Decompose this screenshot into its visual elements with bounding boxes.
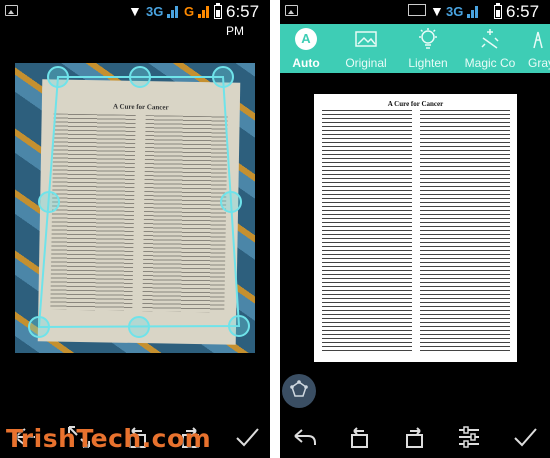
auto-crop-button[interactable] [282, 374, 316, 408]
rotate-right-icon [406, 427, 423, 448]
document-preview: A Cure for Cancer [314, 94, 517, 362]
crop-handle-top-right[interactable] [212, 66, 234, 88]
filter-lighten[interactable]: Lighten [394, 24, 462, 73]
bulb-icon [419, 28, 437, 49]
back-button[interactable] [292, 424, 318, 450]
crop-handle-top-left[interactable] [47, 66, 69, 88]
filter-auto[interactable]: A Auto [280, 24, 340, 73]
wifi-icon: ▼ [430, 3, 444, 19]
crop-canvas[interactable]: A Cure for Cancer [15, 63, 255, 353]
status-bar: ▼ 3G 6:57 PM [280, 0, 550, 38]
signal-icon [167, 4, 179, 18]
crop-shape-icon [290, 380, 308, 397]
magic-icon [481, 29, 499, 49]
adjust-button[interactable] [456, 424, 482, 450]
rotate-left-button[interactable] [346, 424, 372, 450]
check-icon [514, 428, 537, 447]
confirm-crop-button[interactable] [234, 424, 260, 450]
signal-icon-2 [198, 4, 210, 18]
crop-handle-top-center[interactable] [129, 66, 151, 88]
battery-icon [214, 3, 222, 19]
network-type-1: 3G [146, 4, 164, 19]
crop-handle-left-middle[interactable] [38, 191, 60, 213]
image-icon [355, 31, 377, 47]
crop-screen: ▼ 3G G 6:57 PM A Cure for Cancer [0, 0, 270, 458]
text-column-left [50, 113, 136, 311]
network-type-2: G [184, 4, 195, 19]
network-type-1: 3G [446, 4, 464, 19]
notification-image-icon [5, 5, 18, 16]
filter-screen: ▼ 3G 6:57 PM A Auto Original Lighten Mag… [280, 0, 550, 458]
battery-icon [494, 3, 502, 19]
crop-handle-right-middle[interactable] [220, 191, 242, 213]
status-bar: ▼ 3G G 6:57 PM [0, 0, 270, 38]
notification-image-icon [285, 5, 298, 16]
text-column-right [142, 115, 228, 313]
clock: 6:57 PM [226, 2, 260, 39]
crop-handle-bottom-right[interactable] [228, 315, 250, 337]
rotate-right-button[interactable] [402, 424, 428, 450]
filter-magic-color[interactable]: Magic Co [456, 24, 524, 73]
crop-handle-bottom-left[interactable] [28, 316, 50, 338]
gray-icon [533, 31, 543, 49]
document-title: A Cure for Cancer [112, 102, 169, 112]
filter-gray[interactable]: Gray [516, 24, 550, 73]
document-title: A Cure for Cancer [387, 100, 444, 108]
wifi-icon: ▼ [128, 3, 142, 19]
watermark: TrishTech.com [6, 424, 212, 453]
undo-arrow-icon [294, 429, 316, 445]
mail-icon [408, 4, 426, 16]
rotate-left-icon [351, 427, 368, 448]
filter-toolbar [280, 414, 550, 458]
filter-original[interactable]: Original [332, 24, 400, 73]
screen-divider [270, 0, 280, 458]
check-icon [236, 428, 259, 447]
sliders-icon [459, 426, 479, 448]
crop-handle-bottom-center[interactable] [128, 316, 150, 338]
document-photo: A Cure for Cancer [37, 79, 241, 345]
auto-icon: A [295, 28, 317, 50]
text-column-left [322, 110, 412, 354]
text-column-right [420, 110, 510, 354]
filter-bar: A Auto Original Lighten Magic Co Gray [280, 24, 550, 73]
signal-icon [467, 4, 479, 18]
confirm-button[interactable] [512, 424, 538, 450]
